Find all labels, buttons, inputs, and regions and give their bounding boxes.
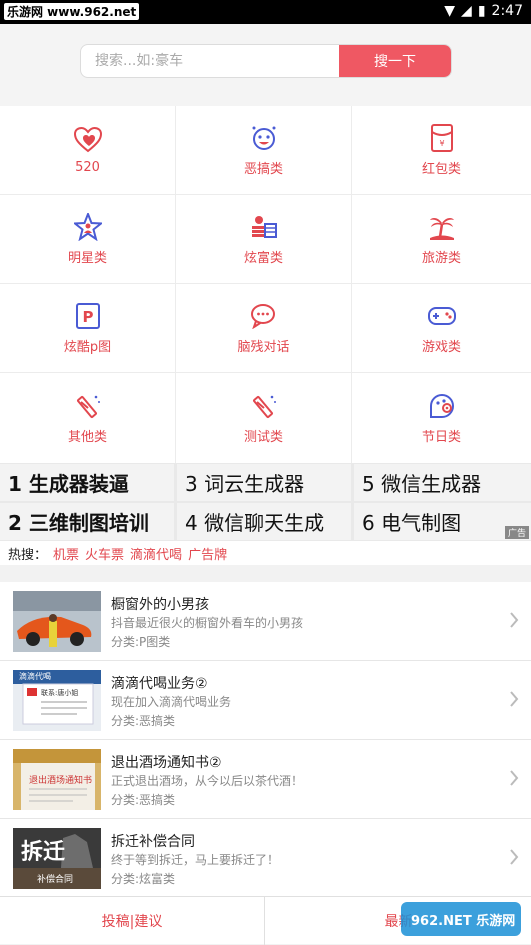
- item-category: 分类:P图类: [111, 635, 171, 649]
- clock: 2:47: [491, 3, 523, 19]
- thumb-chaiqian-text: 拆迁: [21, 840, 66, 865]
- thumb-didi-sub: 联系:唐小姐: [41, 689, 79, 697]
- heart-icon: [73, 126, 102, 154]
- wifi-icon: ▼: [444, 3, 456, 19]
- chat-bubbles-icon: [250, 302, 278, 330]
- thumb-notice-text: 退出酒场通知书: [29, 776, 93, 786]
- wand-icon: [250, 392, 278, 420]
- item-title: 拆迁补偿合同: [111, 834, 195, 850]
- ad-badge: 广告: [504, 526, 529, 539]
- category-grid: 520 恶搞类 ¥ 红包类 明星类 炫富类 旅游类 P 炫酷p图 脑残对话 游戏…: [0, 106, 531, 463]
- p-badge-icon: P: [74, 302, 102, 330]
- wand-icon: [74, 392, 102, 420]
- item-category: 分类:恶搞类: [111, 714, 176, 728]
- svg-text:¥: ¥: [439, 139, 444, 148]
- hot-search-label: 热搜：: [8, 547, 48, 563]
- status-bar: 乐游网 www.962.net ▼ ◢ ▮ 2:47: [0, 0, 531, 24]
- category-egao[interactable]: 恶搞类: [176, 106, 352, 195]
- item-desc: 终于等到拆迁，马上要拆迁了！: [111, 853, 280, 867]
- category-label: 明星类: [67, 250, 107, 266]
- search-input[interactable]: [81, 45, 341, 77]
- category-mingxing[interactable]: 明星类: [0, 195, 176, 284]
- chevron-right-icon: [510, 691, 519, 707]
- thumb-didi-text: 滴滴代喝: [19, 672, 51, 681]
- watermark-text: 乐游网 www.962.net: [4, 3, 140, 20]
- thumbnail-notice: 退出酒场通知书: [13, 749, 101, 810]
- list-item[interactable]: 拆迁 补偿合同 拆迁补偿合同 终于等到拆迁，马上要拆迁了！ 分类:炫富类: [0, 819, 531, 898]
- svg-text:P: P: [82, 308, 93, 326]
- hot-link[interactable]: 4 微信聊天生成: [177, 503, 351, 540]
- hot-search-term[interactable]: 火车票: [85, 544, 124, 563]
- item-category: 分类:恶搞类: [111, 793, 176, 807]
- logo-text: 962.NET 乐游网: [411, 914, 516, 929]
- tab-submit-feedback[interactable]: 投稿|建议: [0, 897, 265, 945]
- bottom-tab-bar: 投稿|建议 最新 962.NET 乐游网: [0, 896, 531, 945]
- signal-icon: ◢: [461, 3, 472, 19]
- item-desc: 正式退出酒场，从今以后以茶代酒！: [111, 774, 304, 788]
- chevron-right-icon: [510, 770, 519, 786]
- category-duihua[interactable]: 脑残对话: [176, 284, 352, 373]
- search-area: 搜一下: [0, 24, 531, 106]
- category-label: 其他类: [67, 429, 107, 445]
- thumbnail-car: [13, 591, 101, 652]
- list-item[interactable]: 退出酒场通知书 退出酒场通知书② 正式退出酒场，从今以后以茶代酒！ 分类:恶搞类: [0, 740, 531, 819]
- category-label: 游戏类: [421, 339, 461, 355]
- gamepad-icon: [427, 302, 456, 330]
- item-desc: 抖音最近很火的橱窗外看车的小男孩: [111, 616, 304, 630]
- hot-link[interactable]: 2 三维制图培训: [0, 503, 174, 540]
- item-category: 分类:炫富类: [111, 872, 176, 886]
- holiday-icon: [428, 392, 456, 420]
- category-label: 炫酷p图: [63, 339, 112, 355]
- category-label: 节日类: [421, 429, 461, 445]
- category-label: 旅游类: [421, 250, 461, 266]
- item-title: 退出酒场通知书②: [111, 755, 222, 771]
- category-lvyou[interactable]: 旅游类: [352, 195, 531, 284]
- content-list: 橱窗外的小男孩 抖音最近很火的橱窗外看车的小男孩 分类:P图类 滴滴代喝 联系:…: [0, 582, 531, 898]
- category-xuanfu[interactable]: 炫富类: [176, 195, 352, 284]
- item-title: 橱窗外的小男孩: [111, 597, 209, 613]
- hot-link[interactable]: 1 生成器装逼: [0, 464, 174, 501]
- hot-search-bar: 热搜： 机票 火车票 滴滴代喝 广告牌: [0, 541, 531, 565]
- category-qita[interactable]: 其他类: [0, 373, 176, 463]
- category-label: 炫富类: [243, 250, 283, 266]
- chevron-right-icon: [510, 849, 519, 865]
- hot-link[interactable]: 5 微信生成器: [354, 464, 531, 501]
- thumbnail-didi: 滴滴代喝 联系:唐小姐: [13, 670, 101, 731]
- category-jieri[interactable]: 节日类: [352, 373, 531, 463]
- list-item[interactable]: 橱窗外的小男孩 抖音最近很火的橱窗外看车的小男孩 分类:P图类: [0, 582, 531, 661]
- hot-search-term[interactable]: 滴滴代喝: [130, 544, 182, 563]
- category-ceshi[interactable]: 测试类: [176, 373, 352, 463]
- site-logo-watermark: 962.NET 乐游网: [397, 898, 525, 940]
- search-button[interactable]: 搜一下: [339, 45, 451, 77]
- category-label: 测试类: [243, 429, 283, 445]
- category-p-image[interactable]: P 炫酷p图: [0, 284, 176, 373]
- category-label: 红包类: [421, 161, 461, 177]
- item-desc: 现在加入滴滴代喝业务: [111, 695, 232, 709]
- list-item[interactable]: 滴滴代喝 联系:唐小姐 滴滴代喝业务② 现在加入滴滴代喝业务 分类:恶搞类: [0, 661, 531, 740]
- star-person-icon: [73, 212, 102, 241]
- category-520[interactable]: 520: [0, 106, 176, 195]
- battery-icon: ▮: [477, 3, 486, 19]
- palm-tree-icon: [428, 213, 456, 241]
- hot-link[interactable]: 3 词云生成器: [177, 464, 351, 501]
- category-youxi[interactable]: 游戏类: [352, 284, 531, 373]
- red-envelope-icon: ¥: [428, 123, 456, 152]
- item-title: 滴滴代喝业务②: [111, 676, 208, 692]
- hot-search-term[interactable]: 机票: [53, 544, 79, 563]
- hot-links-panel: 1 生成器装逼 3 词云生成器 5 微信生成器 2 三维制图培训 4 微信聊天生…: [0, 463, 531, 541]
- category-label: 520: [75, 159, 100, 175]
- category-label: 脑残对话: [237, 339, 290, 355]
- thumbnail-chaiqian: 拆迁 补偿合同: [13, 828, 101, 889]
- hot-search-term[interactable]: 广告牌: [188, 544, 227, 563]
- thumb-chaiqian-sub: 补偿合同: [37, 875, 74, 885]
- chevron-right-icon: [510, 612, 519, 628]
- funny-face-icon: [250, 124, 278, 152]
- category-label: 恶搞类: [243, 161, 283, 177]
- category-hongbao[interactable]: ¥ 红包类: [352, 106, 531, 195]
- money-stack-icon: [250, 213, 278, 241]
- search-box: 搜一下: [80, 44, 452, 78]
